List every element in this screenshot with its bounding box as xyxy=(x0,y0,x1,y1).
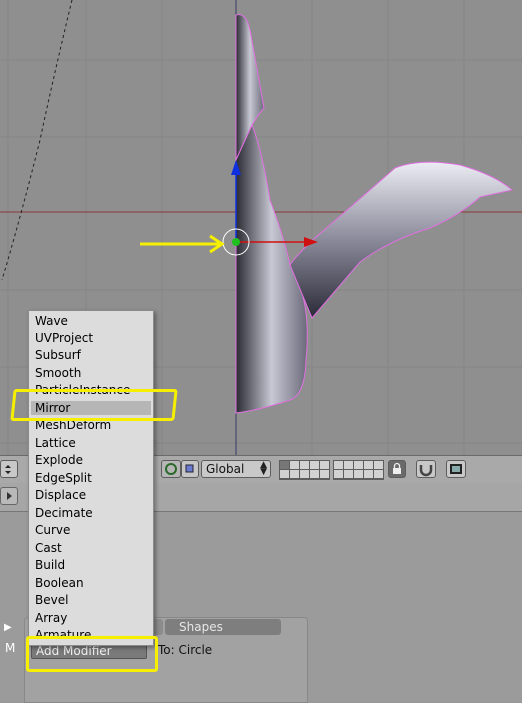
updown-arrows-icon xyxy=(5,465,11,474)
orientation-label: Global xyxy=(206,462,245,476)
side-label-m: M xyxy=(5,641,16,655)
menu-item-edgesplit[interactable]: EdgeSplit xyxy=(35,471,92,485)
menu-item-lattice[interactable]: Lattice xyxy=(35,436,76,450)
highlight-mirror xyxy=(10,389,178,421)
render-button[interactable] xyxy=(446,460,466,478)
menu-item-build[interactable]: Build xyxy=(35,558,65,572)
menu-item-curve[interactable]: Curve xyxy=(35,523,70,537)
menu-item-explode[interactable]: Explode xyxy=(35,453,83,467)
rotate-manipulator-icon xyxy=(165,463,177,475)
manipulator-button[interactable] xyxy=(161,460,181,478)
menu-item-wave[interactable]: Wave xyxy=(35,314,68,328)
triangle-right-icon xyxy=(7,492,12,500)
layer-buttons-right[interactable] xyxy=(333,460,384,480)
menu-item-subsurf[interactable]: Subsurf xyxy=(35,348,81,362)
menu-toggle-button[interactable] xyxy=(0,460,18,478)
triangle-right-icon[interactable]: ▶ xyxy=(4,622,12,633)
manipulator-scale-button[interactable] xyxy=(181,460,199,478)
mesh-object[interactable] xyxy=(235,14,514,414)
menu-item-boolean[interactable]: Boolean xyxy=(35,576,84,590)
tab-shapes[interactable]: Shapes xyxy=(165,619,281,635)
snap-magnet-icon xyxy=(419,465,433,477)
menu-item-cast[interactable]: Cast xyxy=(35,541,62,555)
menu-item-decimate[interactable]: Decimate xyxy=(35,506,93,520)
collapse-button[interactable] xyxy=(0,487,18,505)
updown-arrows-icon: ▲ ▼ xyxy=(260,460,267,477)
to-object-label: To: Circle xyxy=(158,643,213,657)
menu-item-smooth[interactable]: Smooth xyxy=(35,366,81,380)
modifier-menu: Wave UVProject Subsurf Smooth ParticleIn… xyxy=(28,310,154,646)
orientation-select[interactable]: Global ▲ ▼ xyxy=(201,460,271,478)
render-preview-icon xyxy=(450,464,462,474)
lock-button[interactable] xyxy=(388,460,406,478)
menu-item-bevel[interactable]: Bevel xyxy=(35,593,68,607)
menu-item-uvproject[interactable]: UVProject xyxy=(35,331,93,345)
highlight-add-modifier xyxy=(26,636,158,672)
scale-manipulator-icon xyxy=(185,464,194,473)
menu-item-displace[interactable]: Displace xyxy=(35,488,86,502)
snap-button[interactable] xyxy=(416,460,436,478)
arrow-annotation xyxy=(140,234,225,254)
menu-item-array[interactable]: Array xyxy=(35,611,67,625)
layer-buttons-left[interactable] xyxy=(279,460,330,480)
lock-icon xyxy=(393,462,401,474)
